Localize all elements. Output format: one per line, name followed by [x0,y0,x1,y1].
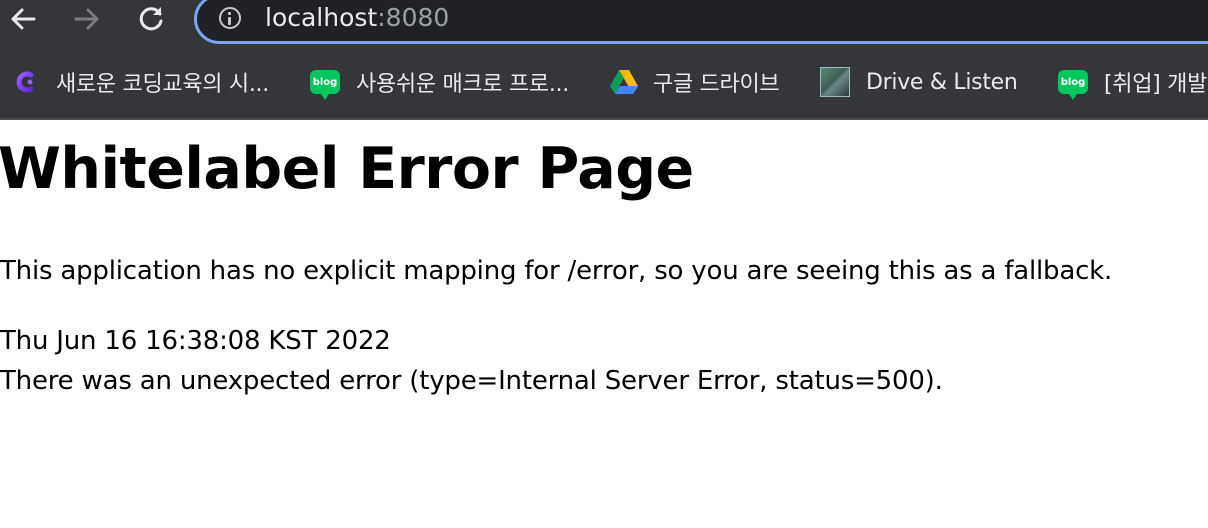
page-title: Whitelabel Error Page [0,136,694,202]
arrow-right-icon [74,8,99,30]
bookmark-label: Drive & Listen [866,69,1018,95]
bookmark-item-macro[interactable]: blog 사용쉬운 매크로 프로... [310,66,569,100]
naver-blog-icon: blog [310,70,340,100]
drive-listen-icon [820,67,850,97]
error-timestamp: Thu Jun 16 16:38:08 KST 2022 [0,326,391,356]
bookmark-label: 사용쉬운 매크로 프로... [356,72,569,97]
reload-icon [139,7,163,31]
browser-toolbar: localhost:8080 [0,0,1208,44]
url-port: :8080 [377,3,450,32]
bookmark-label: 구글 드라이브 [653,72,780,97]
error-detail: There was an unexpected error (type=Inte… [0,366,943,396]
back-button[interactable] [6,2,40,36]
bookmark-label: [취업] 개발 [1104,72,1208,97]
bookmark-item-job-dev[interactable]: blog [취업] 개발 [1058,66,1208,100]
url-host: localhost [265,3,378,32]
bookmark-item-drive-listen[interactable]: Drive & Listen [820,66,1018,98]
browser-chrome: localhost:8080 새로운 코딩교육의 시... blog 사용쉬운 … [0,0,1208,120]
reload-button[interactable] [134,2,168,36]
url-text[interactable]: localhost:8080 [265,2,449,34]
bookmark-item-coding[interactable]: 새로운 코딩교육의 시... [12,66,269,98]
info-icon[interactable] [219,7,241,29]
address-bar[interactable]: localhost:8080 [194,0,1208,44]
bookmark-label: 새로운 코딩교육의 시... [56,72,269,97]
bookmarks-bar: 새로운 코딩교육의 시... blog 사용쉬운 매크로 프로... 구글 드라… [0,44,1208,120]
forward-button[interactable] [70,2,104,36]
google-drive-icon [609,68,638,96]
coding-c-icon [12,68,40,96]
bookmark-item-google-drive[interactable]: 구글 드라이브 [609,66,780,98]
error-message: This application has no explicit mapping… [0,256,1113,286]
naver-blog-icon: blog [1058,70,1088,100]
arrow-left-icon [11,8,36,30]
